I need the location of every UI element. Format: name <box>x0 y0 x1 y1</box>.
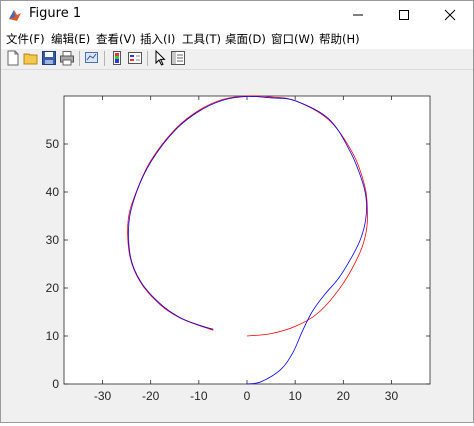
minimize-button[interactable] <box>335 1 381 29</box>
edit-plot-icon[interactable] <box>152 50 168 66</box>
menu-file[interactable]: 文件(F) <box>6 31 45 47</box>
menu-view[interactable]: 查看(V) <box>96 31 136 47</box>
minimize-icon <box>353 14 363 16</box>
figure-window: Figure 1 文件(F) 编辑(E) 查看(V) 插入(I) 工具(T) 桌… <box>0 0 474 423</box>
toolbar-separator <box>104 51 105 66</box>
x-tick-label: -10 <box>190 389 208 403</box>
x-tick-label: -20 <box>142 389 160 403</box>
property-inspector-icon[interactable] <box>170 50 186 66</box>
menu-edit[interactable]: 编辑(E) <box>51 31 90 47</box>
y-tick-label: 30 <box>46 233 60 247</box>
figure-canvas: -30 -20 -10 0 10 20 30 0 10 20 30 40 50 <box>1 70 473 422</box>
x-tick-label: -30 <box>94 389 112 403</box>
maximize-button[interactable] <box>381 1 427 29</box>
x-tick-label: 0 <box>244 389 251 403</box>
save-icon[interactable] <box>41 50 57 66</box>
menu-window[interactable]: 窗口(W) <box>271 31 314 47</box>
maximize-icon <box>399 10 409 20</box>
new-figure-icon[interactable] <box>5 50 21 66</box>
menu-help[interactable]: 帮助(H) <box>319 31 360 47</box>
x-tick-label: 20 <box>337 389 351 403</box>
toolbar-separator <box>147 51 148 66</box>
y-tick-label: 40 <box>46 185 60 199</box>
close-button[interactable] <box>427 1 473 29</box>
menu-tools[interactable]: 工具(T) <box>182 31 221 47</box>
print-icon[interactable] <box>59 50 75 66</box>
insert-colorbar-icon[interactable] <box>109 50 125 66</box>
plot-svg: -30 -20 -10 0 10 20 30 0 10 20 30 40 50 <box>46 95 431 403</box>
x-tick-label: 10 <box>288 389 302 403</box>
y-tick-label: 10 <box>46 329 60 343</box>
title-bar[interactable]: Figure 1 <box>1 1 473 29</box>
toolbar <box>1 49 473 70</box>
window-title: Figure 1 <box>29 6 82 21</box>
link-plot-icon[interactable] <box>84 50 100 66</box>
plot-axes-box <box>63 95 431 385</box>
insert-legend-icon[interactable] <box>127 50 143 66</box>
matlab-figure-icon <box>9 10 21 21</box>
menu-desktop[interactable]: 桌面(D) <box>225 31 266 47</box>
menu-bar: 文件(F) 编辑(E) 查看(V) 插入(I) 工具(T) 桌面(D) 窗口(W… <box>1 29 473 49</box>
open-file-icon[interactable] <box>23 50 39 66</box>
x-tick-label: 30 <box>385 389 399 403</box>
menu-insert[interactable]: 插入(I) <box>140 31 175 47</box>
y-tick-label: 20 <box>46 281 60 295</box>
y-tick-label: 50 <box>46 137 60 151</box>
y-tick-label: 0 <box>52 377 59 391</box>
toolbar-separator <box>79 51 80 66</box>
close-icon <box>444 9 456 21</box>
